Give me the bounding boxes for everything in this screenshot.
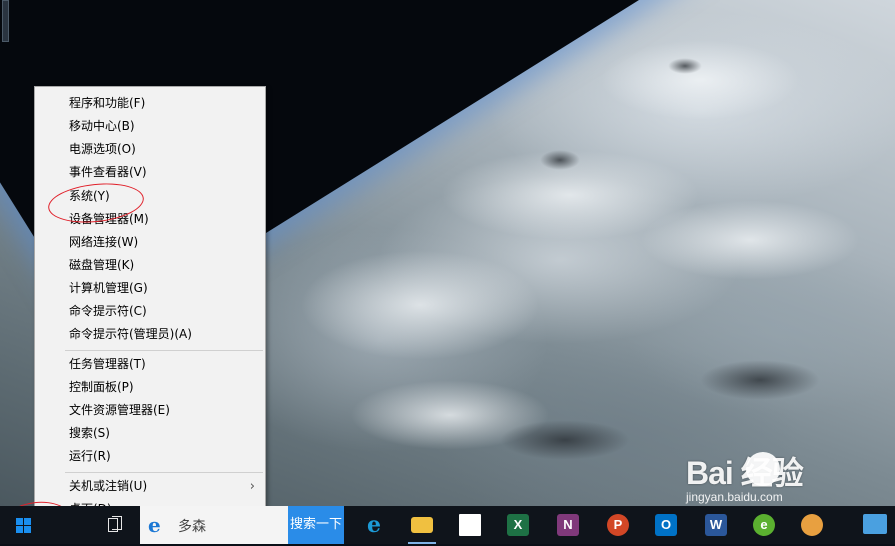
menu-item-run[interactable]: 运行(R): [35, 445, 265, 468]
taskbar-paint[interactable]: [792, 506, 832, 544]
ie-icon: e: [148, 513, 161, 537]
chevron-right-icon: ›: [249, 479, 255, 494]
folder-icon: [411, 517, 433, 533]
search-button[interactable]: 搜索一下: [288, 506, 344, 544]
menu-item-event-viewer[interactable]: 事件查看器(V): [35, 161, 265, 184]
watermark-url: jingyan.baidu.com: [686, 490, 783, 504]
menu-item-disk-management[interactable]: 磁盘管理(K): [35, 254, 265, 277]
start-button[interactable]: [0, 506, 48, 544]
paw-icon: [746, 452, 780, 486]
menu-item-label: 关机或注销(U): [69, 479, 148, 493]
store-icon: [459, 514, 481, 536]
window-edge: [2, 0, 9, 42]
paint-icon: [801, 514, 823, 536]
watermark-logo: Bai 经验: [686, 455, 804, 491]
word-icon: W: [705, 514, 727, 536]
cloud: [300, 250, 540, 360]
browser-icon: e: [753, 514, 775, 536]
menu-item-task-manager[interactable]: 任务管理器(T): [35, 353, 265, 376]
powerpoint-icon: P: [607, 514, 629, 536]
winx-context-menu: 程序和功能(F) 移动中心(B) 电源选项(O) 事件查看器(V) 系统(Y) …: [34, 86, 266, 522]
excel-icon: X: [507, 514, 529, 536]
taskbar-browser[interactable]: e: [744, 506, 784, 544]
taskbar-powerpoint[interactable]: P: [598, 506, 638, 544]
menu-item-file-explorer[interactable]: 文件资源管理器(E): [35, 399, 265, 422]
taskbar-file-explorer[interactable]: [402, 506, 442, 544]
menu-item-shutdown-signout[interactable]: 关机或注销(U) ›: [35, 475, 265, 498]
menu-item-control-panel[interactable]: 控制面板(P): [35, 376, 265, 399]
menu-separator: [65, 472, 263, 473]
tray-icon[interactable]: [863, 514, 887, 534]
menu-item-mobility-center[interactable]: 移动中心(B): [35, 115, 265, 138]
menu-item-power-options[interactable]: 电源选项(O): [35, 138, 265, 161]
taskbar-onenote[interactable]: N: [548, 506, 588, 544]
menu-separator: [65, 350, 263, 351]
storm-cell: [700, 360, 820, 400]
taskbar: e 多森 搜索一下 e X N P O W e: [0, 506, 895, 544]
edge-icon: e: [367, 512, 381, 538]
outlook-icon: O: [655, 514, 677, 536]
menu-item-command-prompt-admin[interactable]: 命令提示符(管理员)(A): [35, 323, 265, 346]
search-input-text: 多森: [178, 519, 206, 535]
cloud: [600, 40, 800, 120]
taskbar-edge[interactable]: e: [354, 506, 394, 544]
taskbar-excel[interactable]: X: [498, 506, 538, 544]
baidu-jingyan-watermark: Bai 经验 jingyan.baidu.com: [676, 448, 886, 508]
storm-cell: [668, 58, 702, 74]
menu-item-computer-management[interactable]: 计算机管理(G): [35, 277, 265, 300]
taskbar-word[interactable]: W: [696, 506, 736, 544]
onenote-icon: N: [557, 514, 579, 536]
taskbar-store[interactable]: [450, 506, 490, 544]
storm-cell: [540, 150, 580, 170]
search-box[interactable]: e 多森: [140, 506, 288, 544]
menu-item-search[interactable]: 搜索(S): [35, 422, 265, 445]
menu-item-network-connections[interactable]: 网络连接(W): [35, 231, 265, 254]
menu-item-programs-features[interactable]: 程序和功能(F): [35, 92, 265, 115]
taskbar-outlook[interactable]: O: [646, 506, 686, 544]
storm-cell: [500, 420, 630, 460]
menu-item-command-prompt[interactable]: 命令提示符(C): [35, 300, 265, 323]
task-view-button[interactable]: [108, 516, 124, 534]
cloud: [640, 200, 860, 280]
